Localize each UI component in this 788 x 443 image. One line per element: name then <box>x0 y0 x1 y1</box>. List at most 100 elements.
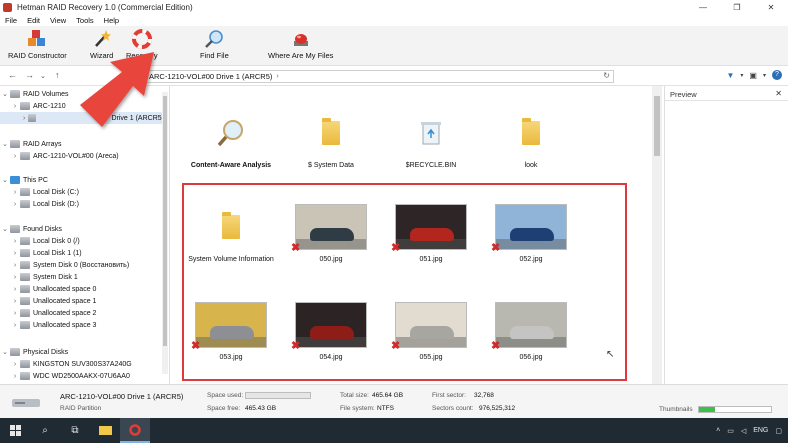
tree-label: Local Disk 1 (1) <box>33 249 82 257</box>
file-explorer-icon[interactable] <box>90 418 120 443</box>
computer-icon <box>10 176 20 184</box>
expand-chevron-icon[interactable]: › <box>10 274 20 281</box>
disk-icon <box>20 273 30 281</box>
menu-tools[interactable]: Tools <box>71 16 99 25</box>
language-indicator[interactable]: ENG <box>753 427 768 434</box>
path-chevron-icon[interactable]: › <box>276 73 278 80</box>
expand-chevron-icon[interactable]: › <box>20 115 28 122</box>
thumbnails-slider[interactable] <box>698 406 772 413</box>
expand-chevron-icon[interactable]: › <box>10 361 20 368</box>
notifications-icon[interactable]: ▢ <box>775 427 782 435</box>
task-view-icon[interactable]: ⧉ <box>60 418 90 443</box>
preview-title: Preview <box>670 90 697 99</box>
expand-chevron-icon[interactable]: › <box>10 103 20 110</box>
expand-chevron-icon[interactable]: › <box>10 322 20 329</box>
tree-label: System Disk 0 (Восстановить) <box>33 261 130 269</box>
preview-close-icon[interactable]: ✕ <box>775 89 782 98</box>
minimize-button[interactable]: — <box>686 0 720 14</box>
volume-icon[interactable]: ◁ <box>741 427 746 435</box>
menu-edit[interactable]: Edit <box>22 16 45 25</box>
back-arrow-icon[interactable]: ← <box>8 70 17 80</box>
space-used-label: Space used: <box>207 392 244 399</box>
tree-physical-disks[interactable]: ⌄ Physical Disks <box>0 346 68 358</box>
search-icon[interactable]: ⌕ <box>30 418 60 443</box>
file-item[interactable]: $RECYCLE.BIN <box>381 110 481 169</box>
app-icon <box>3 2 12 12</box>
tree-label: This PC <box>23 176 48 184</box>
disk-icon <box>10 348 20 356</box>
expand-chevron-icon[interactable]: › <box>10 298 20 305</box>
where-are-my-files-button[interactable]: Where Are My Files <box>268 28 333 60</box>
scrollbar-thumb[interactable] <box>654 96 660 156</box>
expand-chevron-icon[interactable]: › <box>10 189 20 196</box>
tree-physical-kingston[interactable]: › KINGSTON SUV300S37A240G <box>10 358 132 370</box>
highlight-box <box>182 183 627 381</box>
tree-local-disk-c[interactable]: › Local Disk (C:) <box>10 186 79 198</box>
space-free-value: 465.43 GB <box>245 405 277 412</box>
expand-chevron-icon[interactable]: › <box>10 286 20 293</box>
menu-view[interactable]: View <box>45 16 71 25</box>
file-item[interactable]: $ System Data <box>281 110 381 169</box>
tree-this-pc[interactable]: ⌄ This PC <box>0 174 48 186</box>
tree-scrollbar[interactable] <box>162 92 168 374</box>
window-controls: — ❐ ✕ <box>686 0 788 14</box>
expand-chevron-icon[interactable]: › <box>10 373 20 380</box>
maximize-button[interactable]: ❐ <box>720 0 754 14</box>
tree-unallocated-2[interactable]: › Unallocated space 2 <box>10 307 96 319</box>
forward-arrow-icon[interactable]: → <box>25 70 34 80</box>
tree-physical-wdc[interactable]: › WDC WD2500AAKX-07U6AA0 <box>10 370 130 382</box>
filter-dropdown-icon[interactable]: ▾ <box>740 72 743 79</box>
file-item[interactable]: look <box>481 110 581 169</box>
tree-found-disks[interactable]: ⌄ Found Disks <box>0 223 62 235</box>
file-pane-scrollbar[interactable] <box>652 86 662 384</box>
collapse-chevron-icon[interactable]: ⌄ <box>0 348 10 356</box>
divider <box>665 100 788 101</box>
title-bar: Hetman RAID Recovery 1.0 (Commercial Edi… <box>0 0 788 14</box>
tree-found-local-1[interactable]: › Local Disk 1 (1) <box>10 247 82 259</box>
network-icon[interactable]: ▭ <box>727 427 734 435</box>
tree-unallocated-3[interactable]: › Unallocated space 3 <box>10 319 96 331</box>
tree-label: System Disk 1 <box>33 273 78 281</box>
tree-label: Local Disk (C:) <box>33 188 79 196</box>
disk-icon <box>10 225 20 233</box>
refresh-icon[interactable]: ↻ <box>603 71 610 80</box>
close-button[interactable]: ✕ <box>754 0 788 14</box>
raid-icon <box>10 140 20 148</box>
view-mode-icon[interactable]: ▣ <box>749 71 757 80</box>
tree-label: ARC-1210-VOL#00 (Areca) <box>33 152 119 160</box>
path-box[interactable]: ARC-1210-VOL#00 Drive 1 (ARCR5) › ↻ <box>140 70 614 83</box>
tree-unallocated-0[interactable]: › Unallocated space 0 <box>10 283 96 295</box>
raid-recovery-icon[interactable] <box>120 418 150 443</box>
expand-chevron-icon[interactable]: › <box>10 153 20 160</box>
tree-label: Local Disk 0 (/) <box>33 237 80 245</box>
disk-icon <box>20 285 30 293</box>
expand-chevron-icon[interactable]: › <box>10 250 20 257</box>
menu-help[interactable]: Help <box>99 16 124 25</box>
first-sector-value: 32,768 <box>474 392 494 399</box>
collapse-chevron-icon[interactable]: ⌄ <box>0 140 10 148</box>
collapse-chevron-icon[interactable]: ⌄ <box>0 90 10 98</box>
tree-local-disk-d[interactable]: › Local Disk (D:) <box>10 198 79 210</box>
tree-found-system-1[interactable]: › System Disk 1 <box>10 271 78 283</box>
expand-chevron-icon[interactable]: › <box>10 262 20 269</box>
view-dropdown-icon[interactable]: ▾ <box>763 72 766 79</box>
tray-chevron-icon[interactable]: ˄ <box>716 427 720 434</box>
menu-file[interactable]: File <box>0 16 22 25</box>
expand-chevron-icon[interactable]: › <box>10 201 20 208</box>
tree-found-local-0[interactable]: › Local Disk 0 (/) <box>10 235 80 247</box>
filter-icon[interactable]: ▼ <box>726 71 734 80</box>
expand-chevron-icon[interactable]: › <box>10 310 20 317</box>
help-icon[interactable]: ? <box>772 70 782 80</box>
file-name: $ System Data <box>308 162 354 169</box>
tree-unallocated-1[interactable]: › Unallocated space 1 <box>10 295 96 307</box>
collapse-chevron-icon[interactable]: ⌄ <box>0 176 10 184</box>
tree-raid-arrays[interactable]: ⌄ RAID Arrays <box>0 138 62 150</box>
windows-icon[interactable] <box>0 418 30 443</box>
disk-icon <box>20 249 30 257</box>
tree-found-system-0[interactable]: › System Disk 0 (Восстановить) <box>10 259 129 271</box>
find-file-button[interactable]: Find File <box>200 28 229 60</box>
collapse-chevron-icon[interactable]: ⌄ <box>0 225 10 233</box>
folder-icon <box>495 110 567 156</box>
tree-raid-array-1[interactable]: › ARC-1210-VOL#00 (Areca) <box>10 150 119 162</box>
expand-chevron-icon[interactable]: › <box>10 238 20 245</box>
